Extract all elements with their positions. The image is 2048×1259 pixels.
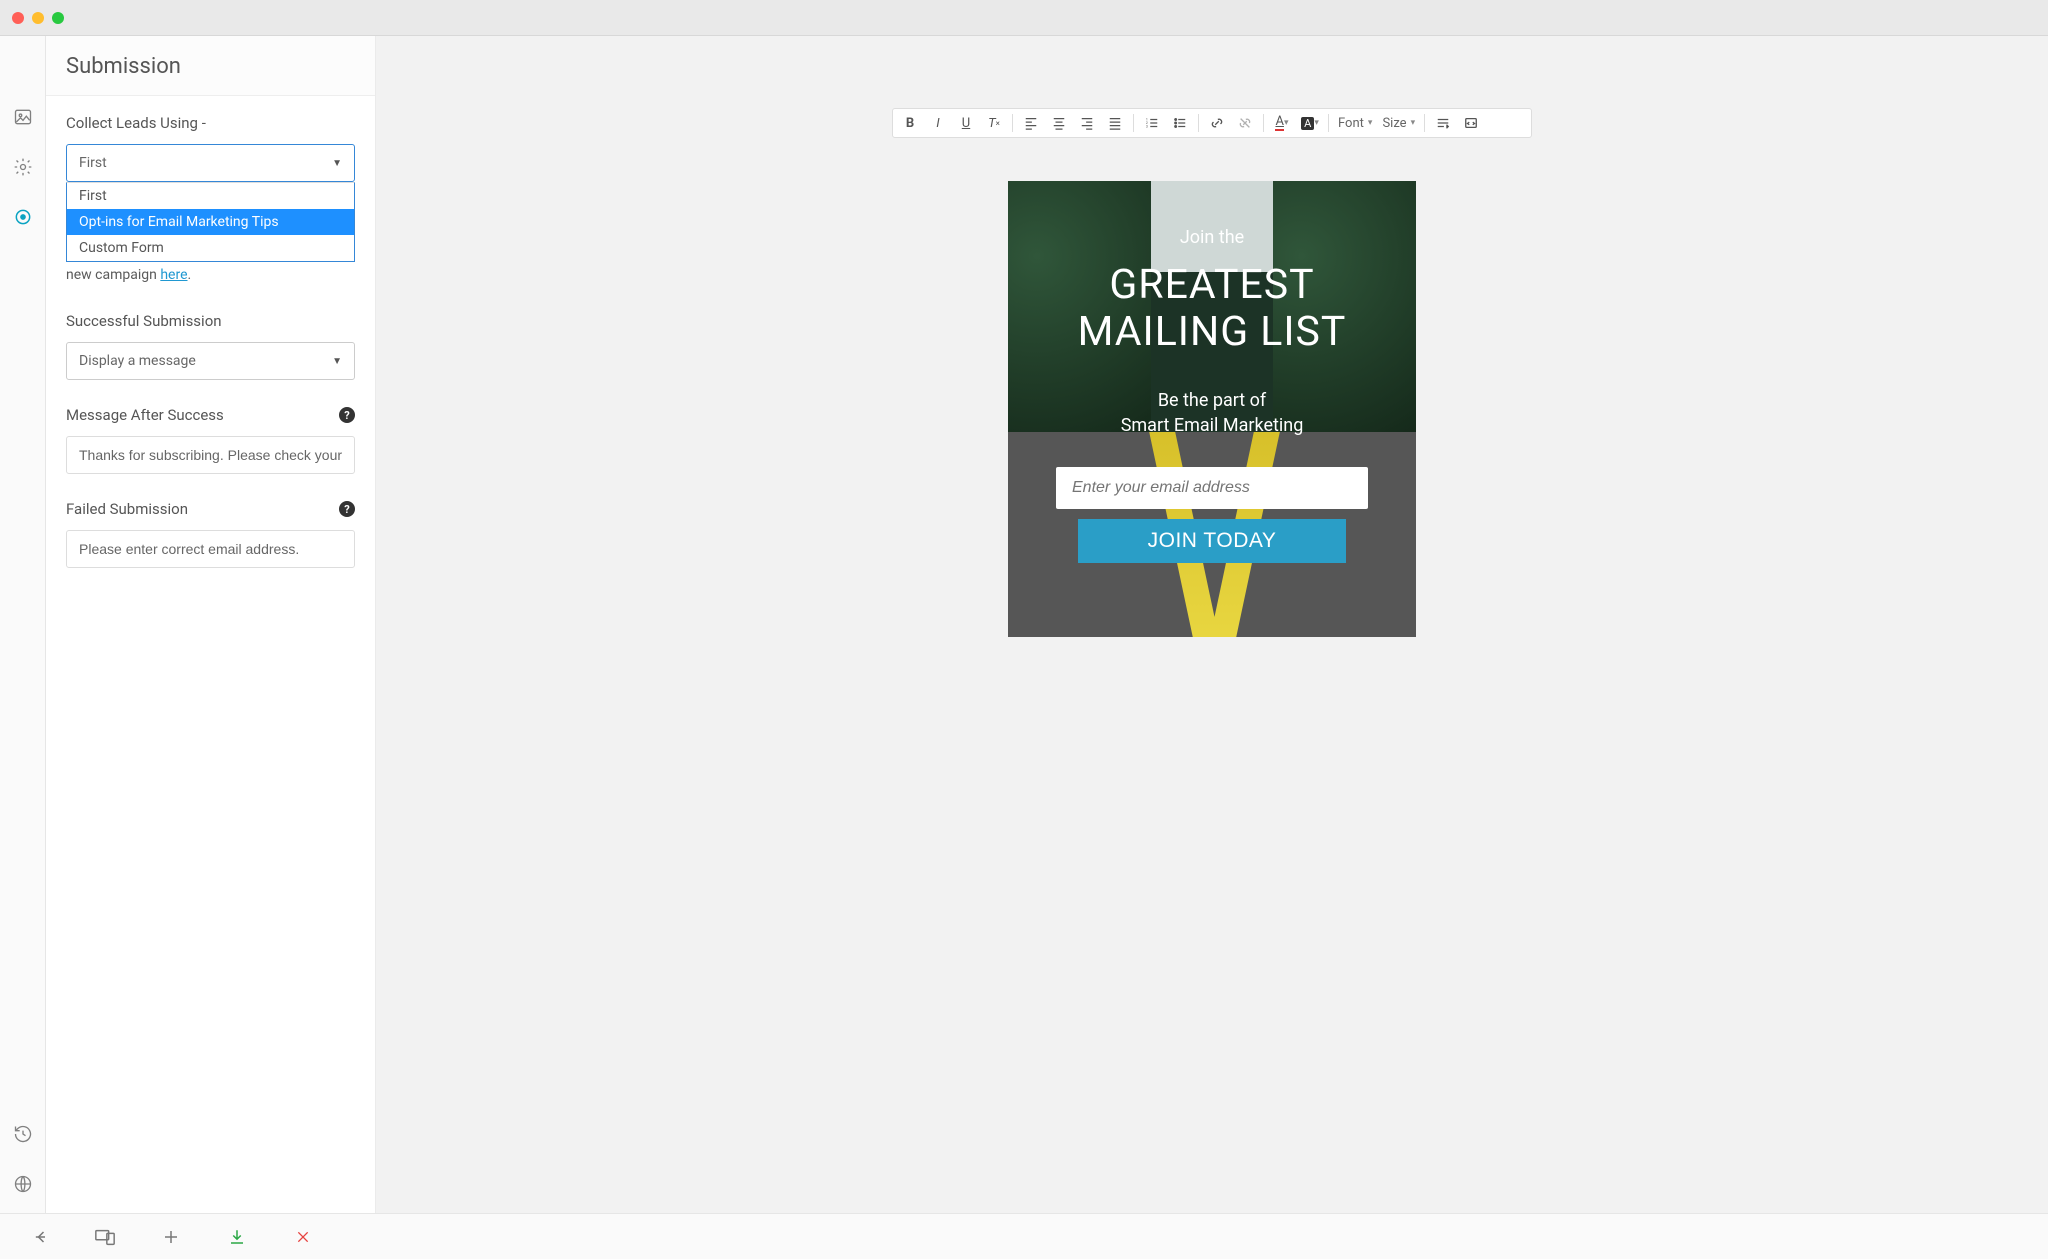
collect-leads-select[interactable]: First ▼ First Opt-ins for Email Marketin… [66,144,355,182]
italic-icon[interactable]: I [925,111,951,135]
collect-leads-label: Collect Leads Using - [66,114,355,132]
svg-text:3: 3 [1146,124,1148,128]
unlink-icon[interactable] [1232,111,1258,135]
bold-icon[interactable]: B [897,111,923,135]
align-left-icon[interactable] [1018,111,1044,135]
image-icon[interactable] [12,106,34,128]
download-icon[interactable] [204,1214,270,1259]
titlebar [0,0,2048,36]
popup-subtitle[interactable]: Be the part of Smart Email Marketing [1121,388,1304,438]
align-justify-icon[interactable] [1102,111,1128,135]
popup-preview[interactable]: Join the GREATEST MAILING LIST Be the pa… [1008,181,1416,637]
align-right-icon[interactable] [1074,111,1100,135]
align-center-icon[interactable] [1046,111,1072,135]
ordered-list-icon[interactable]: 123 [1139,111,1165,135]
window-zoom-icon[interactable] [52,12,64,24]
bg-color-icon[interactable]: A▾ [1297,111,1323,135]
message-after-success-input[interactable] [66,436,355,474]
add-icon[interactable] [138,1214,204,1259]
failed-submission-label: Failed Submission ? [66,500,355,518]
code-icon[interactable] [1458,111,1484,135]
window-close-icon[interactable] [12,12,24,24]
text-color-icon[interactable]: A▾ [1269,111,1295,135]
successful-submission-select[interactable]: Display a message ▼ [66,342,355,380]
chevron-down-icon: ▼ [332,158,342,169]
dropdown-option[interactable]: First [67,183,354,209]
help-icon[interactable]: ? [339,501,355,517]
successful-submission-value: Display a message [79,353,196,369]
create-campaign-link[interactable]: here [160,267,187,283]
chevron-down-icon: ▼ [332,356,342,367]
dropdown-option[interactable]: Custom Form [67,235,354,261]
email-field[interactable] [1056,467,1368,509]
unordered-list-icon[interactable] [1167,111,1193,135]
paragraph-icon[interactable] [1430,111,1456,135]
font-dropdown[interactable]: Font▾ [1334,116,1376,131]
collect-leads-value: First [79,155,107,171]
popup-title[interactable]: GREATEST MAILING LIST [1078,262,1347,356]
link-icon[interactable] [1204,111,1230,135]
collect-leads-dropdown: First Opt-ins for Email Marketing Tips C… [66,182,355,262]
panel-header: Submission [46,36,375,96]
panel-title: Submission [66,54,355,79]
join-button[interactable]: JOIN TODAY [1078,519,1346,563]
popup-pretitle[interactable]: Join the [1180,227,1244,248]
failed-submission-input[interactable] [66,530,355,568]
size-dropdown[interactable]: Size▾ [1378,116,1419,131]
editor-toolbar: B I U T× 123 A▾ A▾ Font▾ Siz [892,108,1532,138]
underline-icon[interactable]: U [953,111,979,135]
globe-icon[interactable] [12,1173,34,1195]
dropdown-option[interactable]: Opt-ins for Email Marketing Tips [67,209,354,235]
successful-submission-label: Successful Submission [66,312,355,330]
bottom-bar [0,1213,2048,1259]
clear-format-icon[interactable]: T× [981,111,1007,135]
help-icon[interactable]: ? [339,407,355,423]
history-icon[interactable] [12,1123,34,1145]
close-icon[interactable] [270,1214,336,1259]
target-icon[interactable] [12,206,34,228]
message-after-success-label: Message After Success ? [66,406,355,424]
left-rail [0,36,46,1213]
settings-panel: Submission Collect Leads Using - First ▼… [46,36,376,1213]
devices-icon[interactable] [72,1214,138,1259]
window-minimize-icon[interactable] [32,12,44,24]
editor-canvas: B I U T× 123 A▾ A▾ Font▾ Siz [376,36,2048,1213]
gear-icon[interactable] [12,156,34,178]
back-icon[interactable] [6,1214,72,1259]
